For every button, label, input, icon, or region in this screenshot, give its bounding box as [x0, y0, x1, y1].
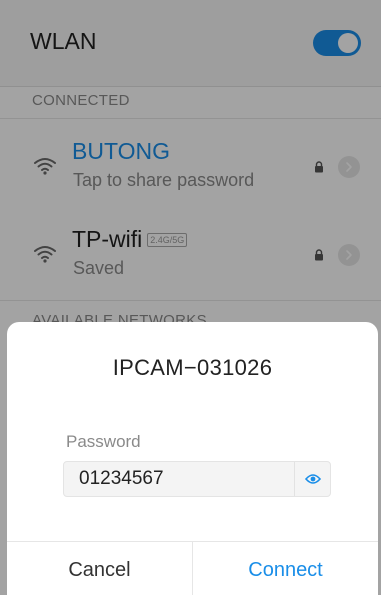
password-field [63, 461, 331, 497]
cancel-button[interactable]: Cancel [7, 542, 192, 595]
dialog-button-row: Cancel Connect [7, 541, 378, 595]
password-input[interactable] [64, 462, 294, 496]
dialog-title: IPCAM−031026 [112, 355, 273, 380]
eye-icon [305, 474, 321, 484]
wifi-password-dialog: IPCAM−031026 Password Cancel Connect [7, 322, 378, 595]
password-label: Password [66, 432, 141, 451]
connect-button[interactable]: Connect [193, 542, 378, 595]
show-password-button[interactable] [295, 462, 330, 496]
